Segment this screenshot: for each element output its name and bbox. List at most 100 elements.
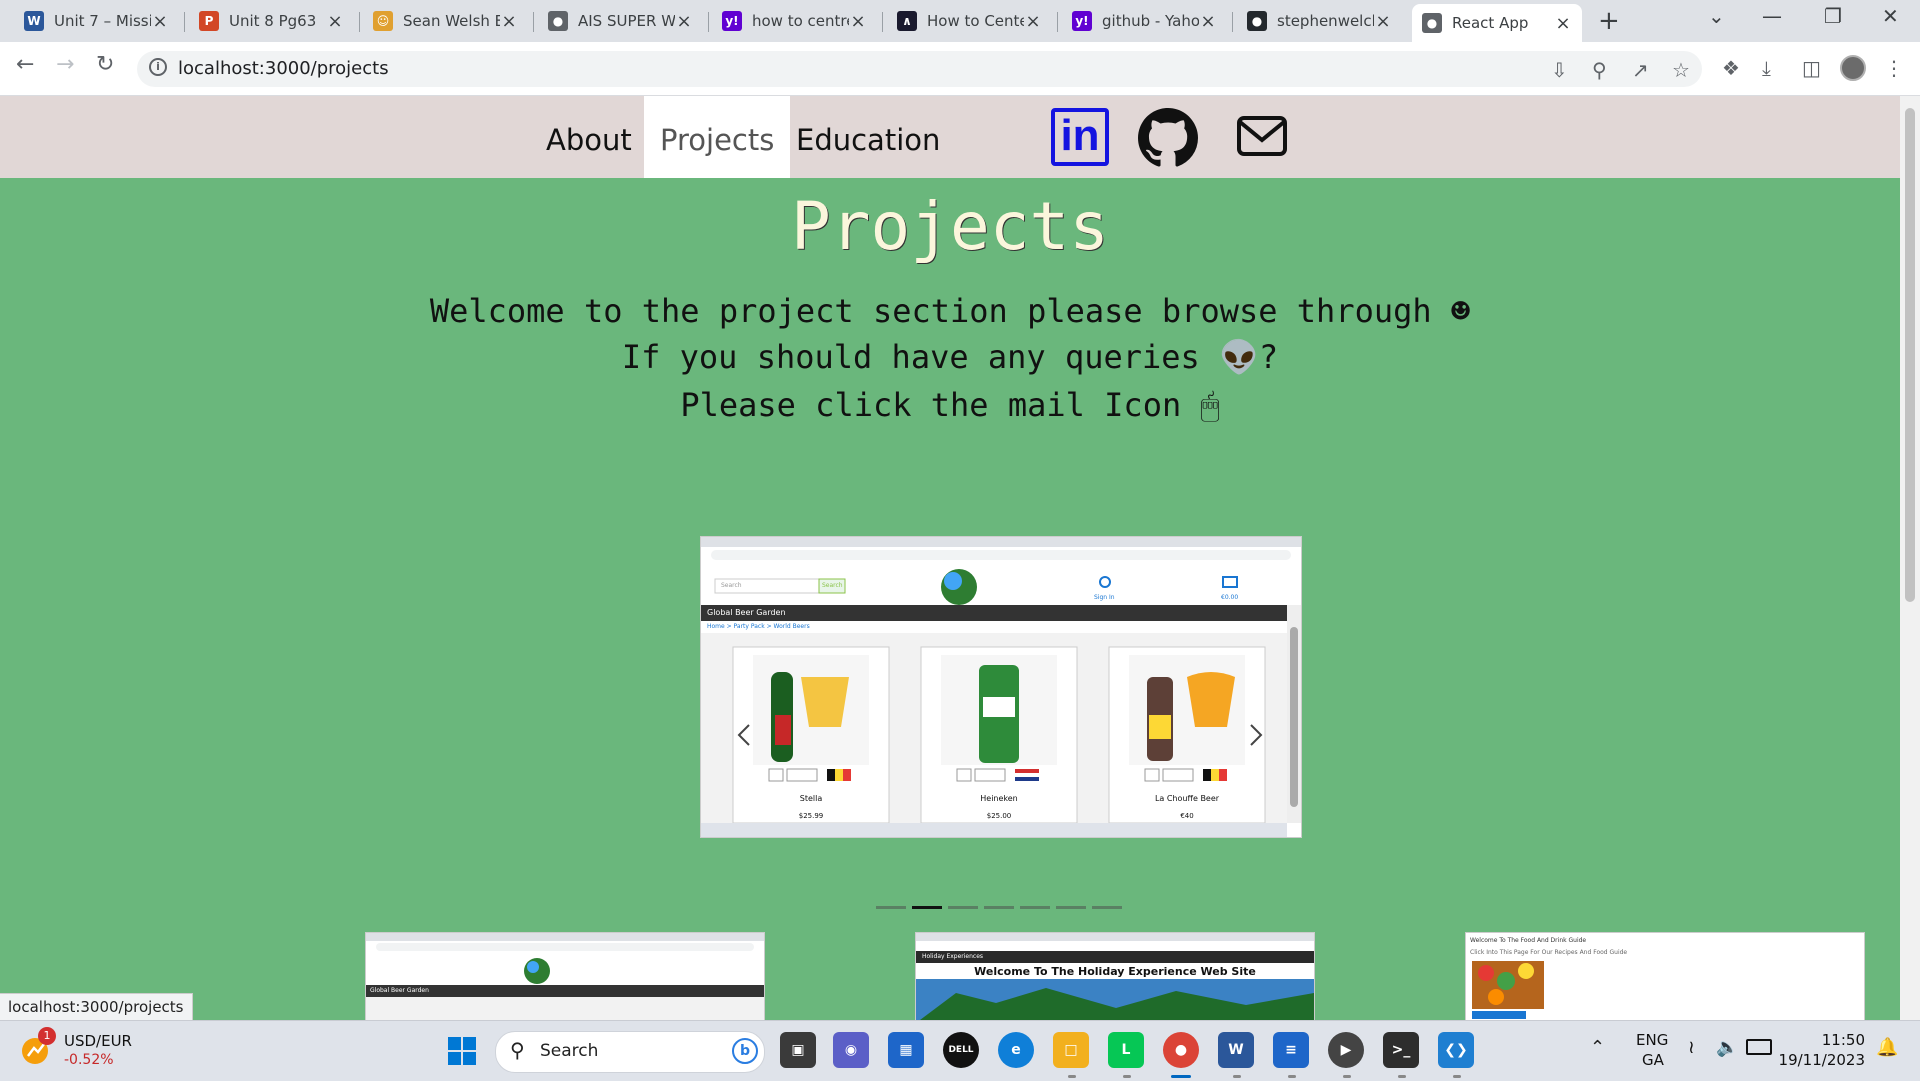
close-tab-icon[interactable]: ×	[1374, 11, 1392, 32]
slide-product-price-1: $25.99	[798, 812, 824, 820]
language-top[interactable]: ENG	[1636, 1031, 1668, 1049]
carousel-dot[interactable]	[1020, 906, 1050, 909]
slide-search-placeholder: Search	[721, 582, 742, 589]
line-running-indicator	[1123, 1075, 1131, 1078]
mail-icon[interactable]	[1236, 114, 1288, 158]
menu-kebab-icon[interactable]: ⋮	[1884, 56, 1904, 80]
line-app-icon[interactable]: L	[1108, 1032, 1144, 1068]
file-explorer-icon[interactable]: □	[1053, 1032, 1089, 1068]
browser-tab[interactable]: y! github - Yaho ×	[1062, 4, 1227, 38]
thumb-sub-3: Click Into This Page For Our Recipes And…	[1470, 949, 1628, 956]
browser-tab[interactable]: ∧ How to Cente ×	[887, 4, 1052, 38]
chrome-icon[interactable]: ●	[1163, 1032, 1199, 1068]
nav-link-about[interactable]: About	[546, 96, 632, 178]
page-content: About Projects Education in Projects Wel…	[0, 96, 1900, 1020]
store-icon[interactable]: ▦	[888, 1032, 924, 1068]
url-text[interactable]: localhost:3000/projects	[178, 58, 389, 79]
tab-separator	[359, 12, 360, 32]
new-tab-button[interactable]: +	[1598, 6, 1620, 36]
tab-search-icon[interactable]: ⌄	[1708, 4, 1725, 28]
github-icon[interactable]	[1138, 108, 1198, 168]
edge-icon[interactable]: e	[998, 1032, 1034, 1068]
word-icon[interactable]: W	[1218, 1032, 1254, 1068]
word-icon: W	[24, 11, 44, 31]
downloads-icon[interactable]: ⤓	[1762, 56, 1771, 80]
tab-title: Sean Welsh B	[403, 12, 500, 30]
notification-bell-icon[interactable]: 🔔	[1876, 1037, 1898, 1058]
person-icon: ☺	[373, 11, 393, 31]
nav-link-education[interactable]: Education	[796, 96, 940, 178]
tab-separator	[1057, 12, 1058, 32]
tab-title: Unit 7 – Missi	[54, 12, 151, 30]
wifi-icon[interactable]: ≀	[1688, 1037, 1695, 1058]
clock-time[interactable]: 11:50	[1795, 1031, 1865, 1049]
page-scrollbar-thumb[interactable]	[1905, 108, 1915, 602]
media-player-icon[interactable]: ▶	[1328, 1032, 1364, 1068]
thumb-caption-3: Welcome To The Food And Drink Guide	[1470, 937, 1587, 944]
zoom-icon[interactable]: ⚲	[1592, 58, 1607, 82]
terminal-icon[interactable]: >_	[1383, 1032, 1419, 1068]
close-tab-icon[interactable]: ×	[1024, 11, 1042, 32]
carousel-indicators	[876, 906, 1122, 909]
close-window-button[interactable]: ✕	[1882, 4, 1899, 28]
carousel-dot[interactable]	[876, 906, 906, 909]
carousel-dot[interactable]	[1056, 906, 1086, 909]
task-view-icon[interactable]: ▣	[780, 1032, 816, 1068]
page-title: Projects	[791, 188, 1109, 265]
project-thumb-beer-garden[interactable]: Global Beer Garden	[365, 932, 765, 1020]
carousel-dot[interactable]	[912, 906, 942, 909]
browser-tab[interactable]: P Unit 8 Pg63 ×	[189, 4, 354, 38]
bookmark-star-icon[interactable]: ☆	[1672, 58, 1690, 82]
extensions-puzzle-icon[interactable]: ❖	[1722, 56, 1740, 80]
browser-tab[interactable]: ● stephenwelch ×	[1237, 4, 1402, 38]
share-icon[interactable]: ↗	[1632, 58, 1649, 82]
close-tab-icon[interactable]: ×	[675, 11, 693, 32]
project-thumb-food-guide[interactable]: Welcome To The Food And Drink Guide Clic…	[1465, 932, 1865, 1020]
linkedin-icon[interactable]: in	[1051, 108, 1109, 166]
teams-chat-icon[interactable]: ◉	[833, 1032, 869, 1068]
tab-separator	[1232, 12, 1233, 32]
minimize-button[interactable]: —	[1762, 4, 1782, 28]
close-tab-icon[interactable]: ×	[1199, 11, 1217, 32]
slide-breadcrumb: Home > Party Pack > World Beers	[707, 623, 810, 630]
vscode-icon[interactable]: ❮❯	[1438, 1032, 1474, 1068]
profile-avatar[interactable]	[1840, 55, 1866, 81]
browser-tab[interactable]: ● AIS SUPER W ×	[538, 4, 703, 38]
close-tab-icon[interactable]: ×	[1554, 13, 1572, 34]
windows-start-icon[interactable]	[447, 1036, 477, 1066]
address-bar[interactable]: i localhost:3000/projects ⇩ ⚲ ↗ ☆	[137, 51, 1702, 87]
close-tab-icon[interactable]: ×	[151, 11, 169, 32]
forward-arrow-icon[interactable]: →	[56, 52, 74, 77]
volume-icon[interactable]: 🔈	[1716, 1037, 1738, 1058]
chevron-up-icon[interactable]: ⌃	[1590, 1037, 1605, 1058]
project-carousel[interactable]: Global Beer Garden Search Search Sign In…	[700, 536, 1302, 838]
browser-tab[interactable]: W Unit 7 – Missi ×	[14, 4, 179, 38]
reload-icon[interactable]: ↻	[96, 52, 114, 77]
close-tab-icon[interactable]: ×	[326, 11, 344, 32]
carousel-dot[interactable]	[984, 906, 1014, 909]
slide-brand: Global Beer Garden	[707, 608, 786, 617]
browser-tab[interactable]: ● React App ×	[1412, 4, 1582, 42]
browser-tab[interactable]: ☺ Sean Welsh B ×	[363, 4, 528, 38]
nav-link-projects[interactable]: Projects	[644, 96, 791, 178]
project-thumb-holiday[interactable]: Holiday Experiences Welcome To The Holid…	[915, 932, 1315, 1020]
maximize-button[interactable]: ❐	[1824, 4, 1842, 28]
clock-date[interactable]: 19/11/2023	[1765, 1051, 1865, 1069]
browser-tab[interactable]: y! how to centre ×	[712, 4, 877, 38]
currency-widget[interactable]: 1 USD/EUR -0.52%	[20, 1027, 160, 1073]
back-arrow-icon[interactable]: ←	[16, 52, 34, 77]
slide-sign-in: Sign In	[1094, 594, 1115, 601]
close-tab-icon[interactable]: ×	[849, 11, 867, 32]
close-tab-icon[interactable]: ×	[500, 11, 518, 32]
carousel-dot[interactable]	[948, 906, 978, 909]
site-icon: ∧	[897, 11, 917, 31]
side-panel-icon[interactable]: ◫	[1802, 56, 1821, 80]
thumb-image-3	[1466, 933, 1864, 1020]
install-app-icon[interactable]: ⇩	[1551, 58, 1568, 82]
dell-icon[interactable]: DELL	[943, 1032, 979, 1068]
taskbar-search[interactable]: ⚲ Search b	[495, 1031, 765, 1073]
site-info-icon[interactable]: i	[149, 58, 167, 76]
carousel-dot[interactable]	[1092, 906, 1122, 909]
notepad-icon[interactable]: ≡	[1273, 1032, 1309, 1068]
language-bottom[interactable]: GA	[1642, 1051, 1664, 1069]
